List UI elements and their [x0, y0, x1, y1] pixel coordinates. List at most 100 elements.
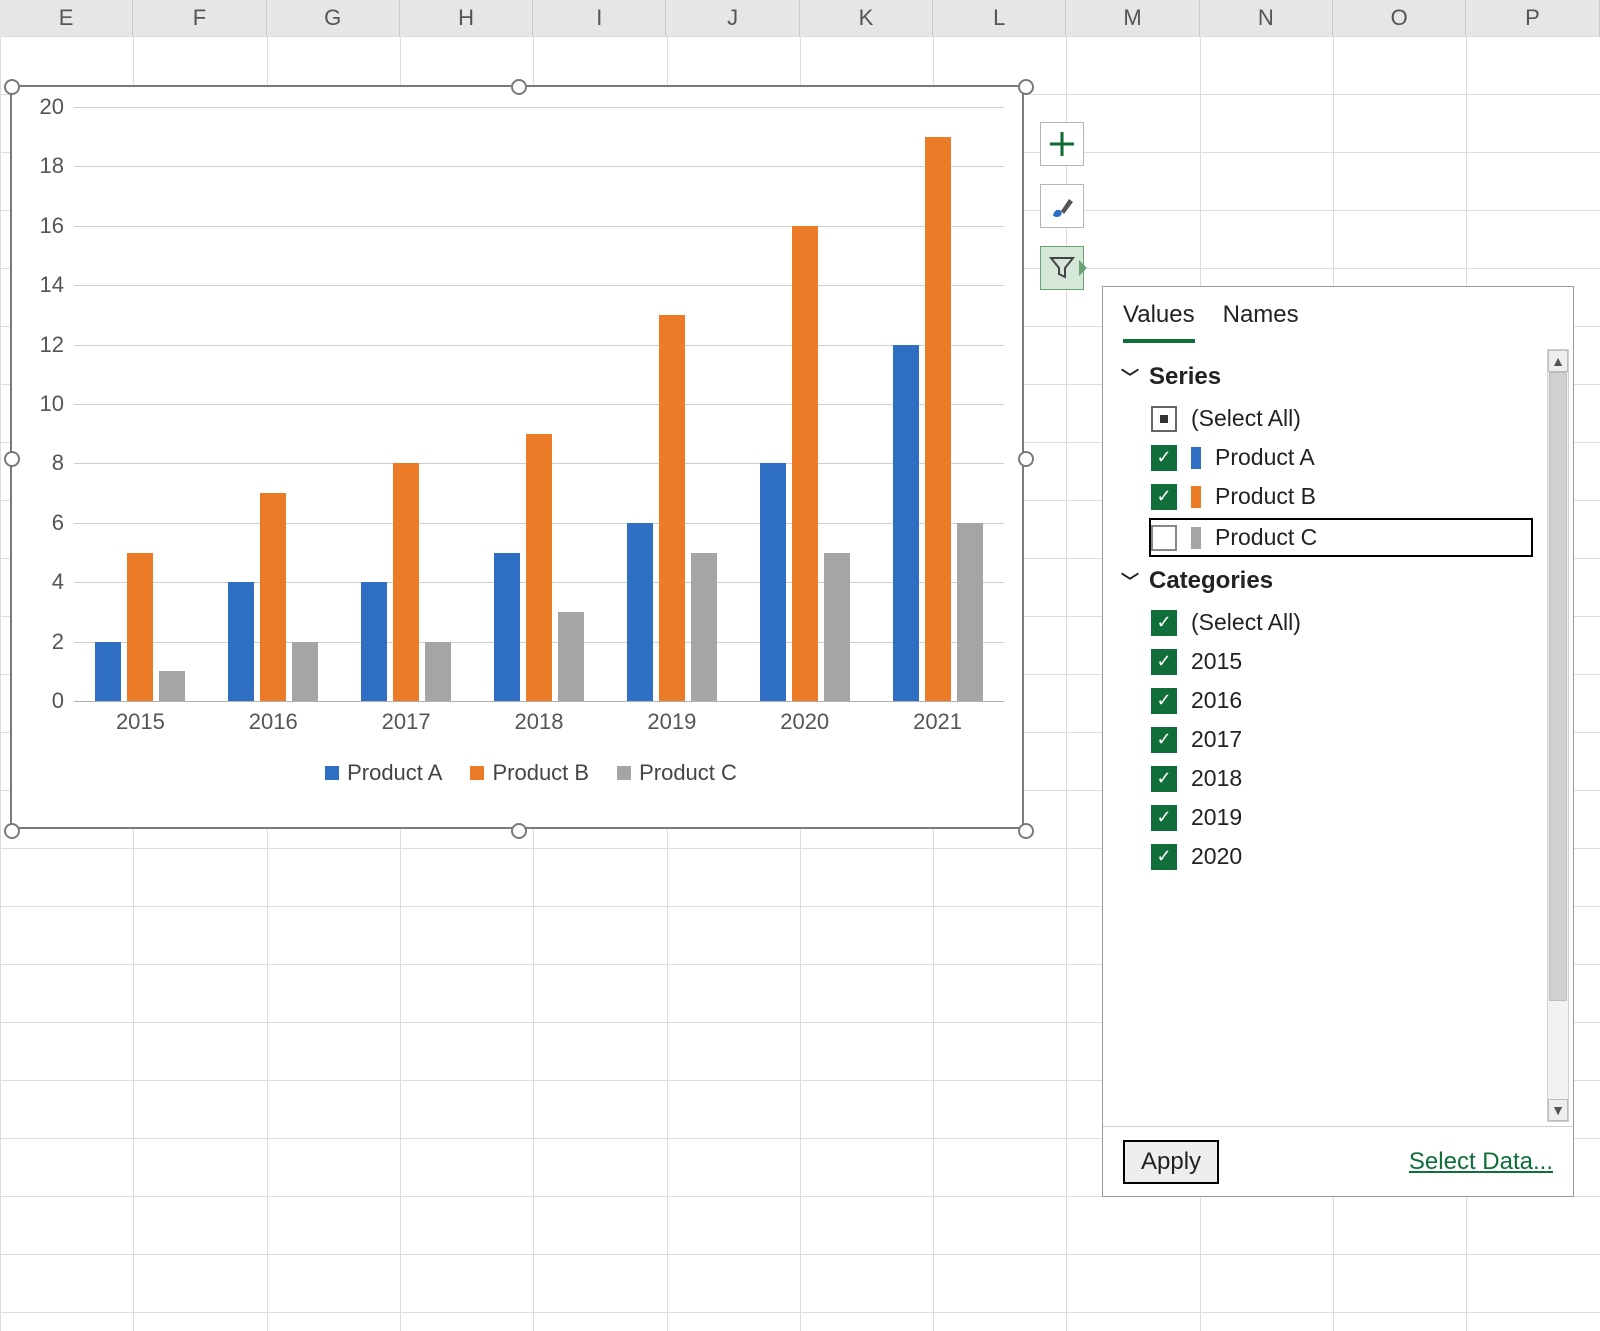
resize-handle[interactable] — [511, 823, 527, 839]
data-bar[interactable] — [393, 463, 419, 701]
filter-item-label: 2017 — [1191, 726, 1242, 753]
filter-item[interactable]: ✓ 2016 — [1121, 681, 1543, 720]
filter-tab-names[interactable]: Names — [1223, 301, 1299, 343]
x-tick: 2020 — [760, 709, 850, 735]
add-chart-element-button[interactable] — [1040, 122, 1084, 166]
filter-item[interactable]: Product C — [1149, 518, 1533, 557]
chevron-down-icon: ﹀ — [1121, 568, 1139, 594]
filter-item[interactable]: ✓Product A — [1121, 438, 1543, 477]
apply-button[interactable]: Apply — [1123, 1140, 1219, 1184]
y-tick: 10 — [14, 391, 64, 417]
resize-handle[interactable] — [511, 79, 527, 95]
y-tick: 6 — [14, 510, 64, 536]
resize-handle[interactable] — [1018, 823, 1034, 839]
style-paintbrush-button[interactable] — [1040, 184, 1084, 228]
data-bar[interactable] — [659, 315, 685, 701]
select-all-row[interactable]: (Select All) — [1121, 399, 1543, 438]
y-tick: 20 — [14, 94, 64, 120]
chart-object[interactable]: 0246810121416182020152016201720182019202… — [10, 85, 1024, 829]
resize-handle[interactable] — [1018, 79, 1034, 95]
checkbox[interactable]: ✓ — [1151, 445, 1177, 471]
y-tick: 18 — [14, 153, 64, 179]
data-bar[interactable] — [494, 553, 520, 702]
scrollbar[interactable]: ▲▼ — [1547, 349, 1569, 1122]
column-header[interactable]: L — [933, 0, 1066, 36]
column-header[interactable]: G — [267, 0, 400, 36]
data-bar[interactable] — [425, 642, 451, 701]
filter-group-title: Series — [1149, 363, 1221, 391]
column-header[interactable]: K — [800, 0, 933, 36]
data-bar[interactable] — [893, 345, 919, 701]
select-all-label: (Select All) — [1191, 609, 1301, 636]
column-header[interactable]: M — [1066, 0, 1199, 36]
scroll-up-arrow[interactable]: ▲ — [1548, 350, 1568, 372]
data-bar[interactable] — [127, 553, 153, 702]
data-bar[interactable] — [691, 553, 717, 702]
data-bar[interactable] — [627, 523, 653, 701]
checkbox[interactable]: ✓ — [1151, 610, 1177, 636]
y-tick: 0 — [14, 688, 64, 714]
data-bar[interactable] — [228, 582, 254, 701]
data-bar[interactable] — [824, 553, 850, 702]
y-tick: 14 — [14, 272, 64, 298]
checkbox[interactable]: ✓ — [1151, 649, 1177, 675]
checkbox[interactable]: ✓ — [1151, 766, 1177, 792]
add-chart-element-icon — [1047, 129, 1077, 159]
checkbox[interactable]: ✓ — [1151, 727, 1177, 753]
filter-item[interactable]: ✓2018 — [1121, 759, 1543, 798]
filter-item[interactable]: ✓ 2017 — [1121, 720, 1543, 759]
data-bar[interactable] — [558, 612, 584, 701]
filter-funnel-button[interactable] — [1040, 246, 1084, 290]
data-bar[interactable] — [760, 463, 786, 701]
scroll-down-arrow[interactable]: ▼ — [1548, 1099, 1568, 1121]
column-header[interactable]: F — [133, 0, 266, 36]
checkbox[interactable]: ✓ — [1151, 805, 1177, 831]
y-tick: 16 — [14, 213, 64, 239]
y-tick: 8 — [14, 450, 64, 476]
chart-legend[interactable]: Product AProduct BProduct C — [12, 759, 1022, 786]
filter-item[interactable]: ✓2020 — [1121, 837, 1543, 876]
column-header[interactable]: H — [400, 0, 533, 36]
select-data-link[interactable]: Select Data... — [1409, 1148, 1553, 1176]
filter-item[interactable]: ✓2019 — [1121, 798, 1543, 837]
checkbox[interactable]: ✓ — [1151, 844, 1177, 870]
column-header[interactable]: N — [1200, 0, 1333, 36]
checkbox[interactable]: ✓ — [1151, 688, 1177, 714]
x-tick: 2018 — [494, 709, 584, 735]
resize-handle[interactable] — [4, 79, 20, 95]
checkbox[interactable]: ✓ — [1151, 484, 1177, 510]
data-bar[interactable] — [292, 642, 318, 701]
filter-group-categories[interactable]: ﹀Categories — [1121, 567, 1543, 595]
resize-handle[interactable] — [4, 823, 20, 839]
legend-swatch — [470, 766, 484, 780]
filter-group-series[interactable]: ﹀Series — [1121, 363, 1543, 391]
checkbox[interactable] — [1151, 406, 1177, 432]
filter-funnel-icon — [1048, 254, 1076, 282]
column-header[interactable]: O — [1333, 0, 1466, 36]
column-header[interactable]: E — [0, 0, 133, 36]
filter-item-label: 2015 — [1191, 648, 1242, 675]
resize-handle[interactable] — [1018, 451, 1034, 467]
legend-label: Product A — [347, 760, 442, 785]
column-header[interactable]: I — [533, 0, 666, 36]
filter-tab-values[interactable]: Values — [1123, 301, 1195, 343]
x-tick: 2021 — [893, 709, 983, 735]
column-header[interactable]: J — [667, 0, 800, 36]
scroll-thumb[interactable] — [1549, 372, 1567, 1001]
column-header[interactable]: P — [1466, 0, 1599, 36]
filter-item-label: 2016 — [1191, 687, 1242, 714]
checkbox[interactable] — [1151, 525, 1177, 551]
data-bar[interactable] — [526, 434, 552, 701]
data-bar[interactable] — [361, 582, 387, 701]
data-bar[interactable] — [792, 226, 818, 701]
filter-item[interactable]: ✓ 2015 — [1121, 642, 1543, 681]
select-all-row[interactable]: ✓ (Select All) — [1121, 603, 1543, 642]
plot-area[interactable]: 0246810121416182020152016201720182019202… — [74, 107, 1004, 701]
style-paintbrush-icon — [1047, 191, 1077, 221]
filter-item[interactable]: ✓Product B — [1121, 477, 1543, 516]
data-bar[interactable] — [95, 642, 121, 701]
data-bar[interactable] — [260, 493, 286, 701]
data-bar[interactable] — [957, 523, 983, 701]
data-bar[interactable] — [925, 137, 951, 701]
data-bar[interactable] — [159, 671, 185, 701]
